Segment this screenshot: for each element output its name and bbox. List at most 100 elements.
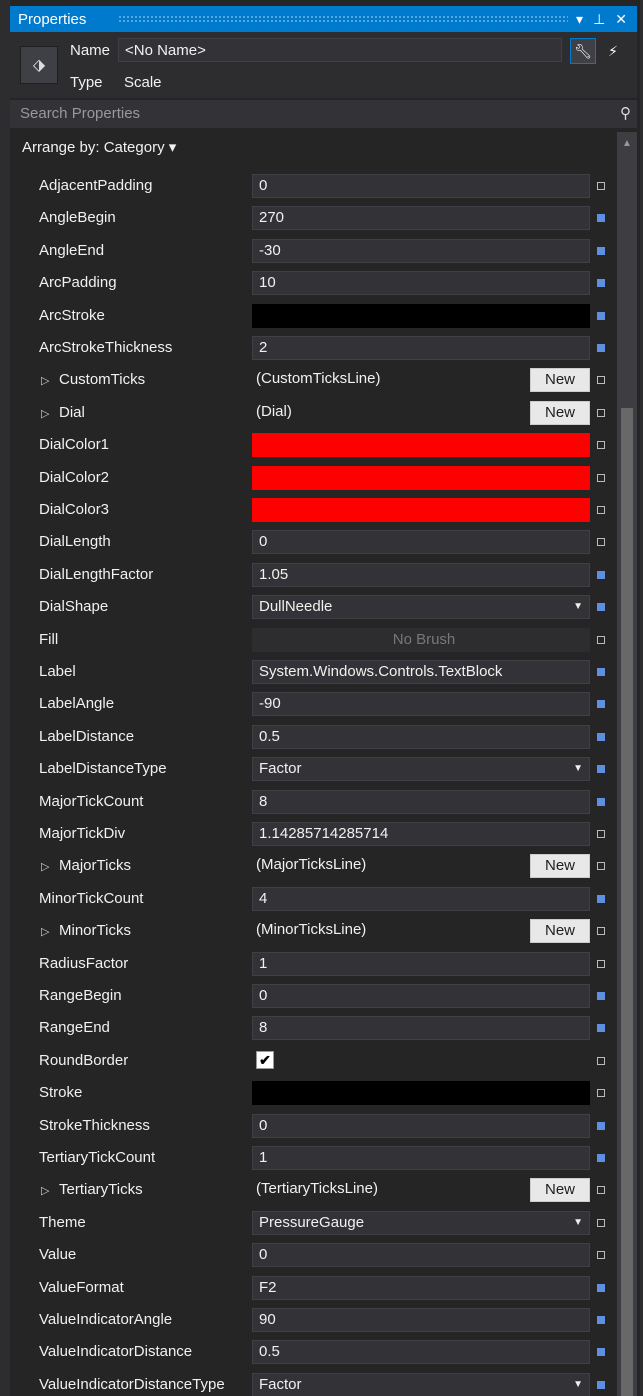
property-row-labeldistance[interactable]: LabelDistance 0.5 [10,721,617,753]
property-value-input[interactable]: 0.5 [252,1340,590,1365]
new-object-button[interactable]: New [530,400,590,425]
property-marker-icon[interactable] [597,992,605,1000]
color-swatch[interactable] [252,1081,590,1106]
property-value-input[interactable]: System.Windows.Controls.TextBlock [252,660,590,684]
property-row-dialcolor3[interactable]: DialColor3 [10,494,617,526]
property-row-majortickcount[interactable]: MajorTickCount 8 [10,786,617,818]
expand-arrow-icon[interactable]: ▷ [41,860,59,873]
property-marker-icon[interactable] [597,1348,605,1357]
property-value-input[interactable]: 1 [252,1146,590,1170]
events-view-button[interactable]: ⚡︎ [600,38,626,64]
arrange-by-dropdown[interactable]: Arrange by: Category ▾ [10,132,637,162]
property-marker-icon[interactable] [597,506,605,514]
properties-view-button[interactable]: 🔧︎ [570,38,596,64]
property-value-input[interactable]: F2 [252,1275,590,1300]
property-value-input[interactable]: 8 [252,789,590,814]
property-marker-icon[interactable] [597,797,605,806]
property-row-angleend[interactable]: AngleEnd -30 [10,235,617,267]
property-marker-icon[interactable] [597,927,605,936]
property-marker-icon[interactable] [597,1186,605,1195]
property-row-dial[interactable]: ▷ Dial (Dial) New [10,397,617,429]
property-row-roundborder[interactable]: RoundBorder ✔ [10,1045,617,1077]
property-marker-icon[interactable] [597,830,605,838]
property-value-input[interactable]: 0 [252,984,590,1008]
property-value-input[interactable]: 8 [252,1016,590,1041]
property-row-arcpadding[interactable]: ArcPadding 10 [10,267,617,299]
dropdown-arrow-icon[interactable]: ▼ [573,758,583,780]
property-list-scrollbar[interactable]: ▲ [617,132,637,1396]
property-combo[interactable]: PressureGauge ▼ [252,1210,590,1235]
property-value-input[interactable]: 1.14285714285714 [252,822,590,846]
property-row-value[interactable]: Value 0 [10,1239,617,1271]
property-marker-icon[interactable] [597,732,605,741]
property-row-dialcolor1[interactable]: DialColor1 [10,429,617,461]
new-object-button[interactable]: New [530,1178,590,1203]
color-swatch[interactable] [252,465,590,490]
property-marker-icon[interactable] [597,1316,605,1324]
expand-arrow-icon[interactable]: ▷ [41,374,59,387]
property-row-diallength[interactable]: DialLength 0 [10,526,617,558]
property-marker-icon[interactable] [597,862,605,871]
property-marker-icon[interactable] [597,959,605,968]
property-row-labeldistancetype[interactable]: LabelDistanceType Factor ▼ [10,753,617,785]
property-row-radiusfactor[interactable]: RadiusFactor 1 [10,948,617,980]
property-marker-icon[interactable] [597,311,605,320]
new-object-button[interactable]: New [530,854,590,879]
property-value-input[interactable]: 4 [252,886,590,911]
property-marker-icon[interactable] [597,246,605,255]
property-marker-icon[interactable] [597,1380,605,1389]
close-icon[interactable]: ✕ [615,11,627,28]
name-field[interactable]: <No Name> [118,38,562,62]
property-row-tertiaryticks[interactable]: ▷ TertiaryTicks (TertiaryTicksLine) New [10,1174,617,1206]
property-marker-icon[interactable] [597,1283,605,1292]
property-marker-icon[interactable] [597,408,605,417]
property-row-rangeend[interactable]: RangeEnd 8 [10,1012,617,1044]
expand-arrow-icon[interactable]: ▷ [41,1184,59,1197]
property-row-fill[interactable]: Fill No Brush [10,624,617,656]
property-marker-icon[interactable] [597,1121,605,1130]
property-marker-icon[interactable] [597,765,605,774]
property-row-stroke[interactable]: Stroke [10,1077,617,1109]
property-marker-icon[interactable] [597,473,605,482]
property-marker-icon[interactable] [597,182,605,190]
property-marker-icon[interactable] [597,279,605,288]
properties-title-bar[interactable]: Properties ▾ ⊥ ✕ [10,6,637,32]
property-row-valueindicatordistancetype[interactable]: ValueIndicatorDistanceType Factor ▼ [10,1369,617,1396]
property-marker-icon[interactable] [597,668,605,676]
brush-value[interactable]: No Brush [252,627,590,652]
property-marker-icon[interactable] [597,603,605,612]
property-value-input[interactable]: 90 [252,1308,590,1332]
property-row-strokethickness[interactable]: StrokeThickness 0 [10,1110,617,1142]
color-swatch[interactable] [252,498,590,522]
property-value-input[interactable]: 270 [252,206,590,231]
property-marker-icon[interactable] [597,344,605,352]
property-list[interactable]: AdjacentPadding 0 AngleBegin 270 AngleEnd -30… [10,162,617,1396]
property-value-input[interactable]: 1 [252,951,590,976]
property-row-valueindicatorangle[interactable]: ValueIndicatorAngle 90 [10,1304,617,1336]
property-row-minortickcount[interactable]: MinorTickCount 4 [10,883,617,915]
property-value-input[interactable]: 0 [252,1113,590,1138]
property-value-input[interactable]: -90 [252,692,590,717]
new-object-button[interactable]: New [530,919,590,944]
scrollbar-thumb[interactable] [621,408,633,1396]
dropdown-arrow-icon[interactable]: ▼ [573,1212,583,1234]
property-marker-icon[interactable] [597,1218,605,1227]
property-row-theme[interactable]: Theme PressureGauge ▼ [10,1207,617,1239]
property-marker-icon[interactable] [597,1251,605,1260]
expand-arrow-icon[interactable]: ▷ [41,407,59,420]
new-object-button[interactable]: New [530,368,590,393]
pin-icon[interactable]: ⊥ [593,11,605,28]
expand-arrow-icon[interactable]: ▷ [41,925,59,938]
property-row-diallengthfactor[interactable]: DialLengthFactor 1.05 [10,559,617,591]
property-checkbox[interactable]: ✔ [256,1050,274,1069]
property-combo[interactable]: DullNeedle ▼ [252,595,590,620]
property-row-rangebegin[interactable]: RangeBegin 0 [10,980,617,1012]
dropdown-arrow-icon[interactable]: ▼ [573,596,583,618]
property-marker-icon[interactable] [597,1089,605,1098]
property-marker-icon[interactable] [597,894,605,903]
search-input[interactable]: Search Properties [20,105,140,122]
property-value-input[interactable]: -30 [252,238,590,263]
property-marker-icon[interactable] [597,214,605,223]
property-marker-icon[interactable] [597,1024,605,1033]
property-marker-icon[interactable] [597,700,605,709]
